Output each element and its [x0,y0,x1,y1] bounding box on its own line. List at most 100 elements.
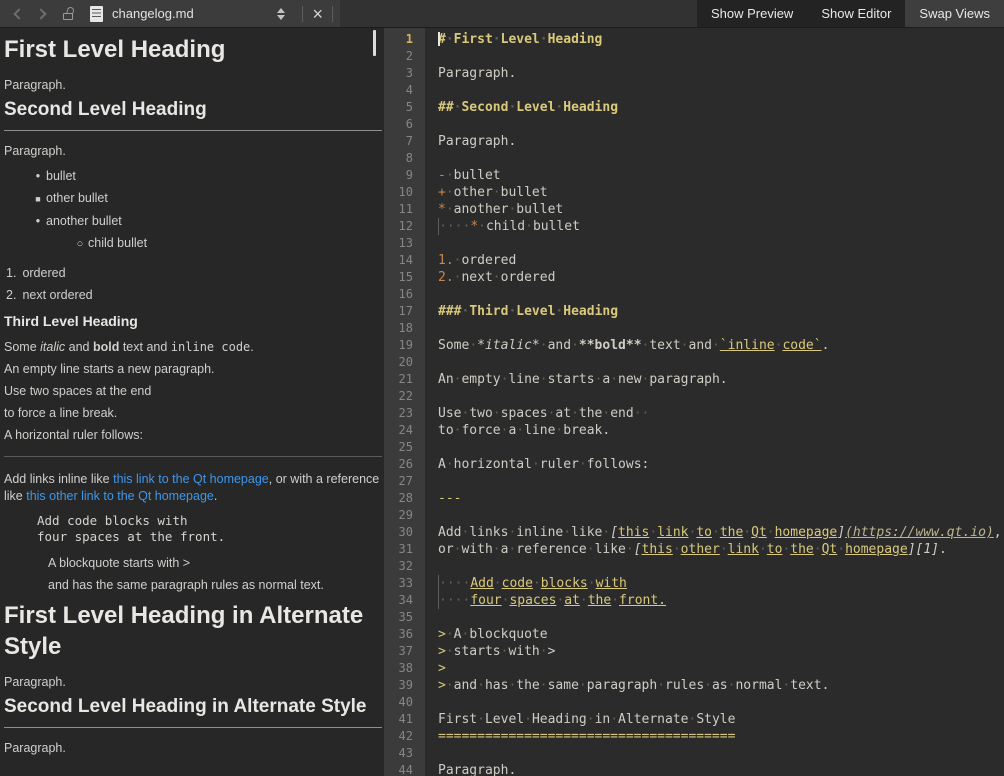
back-button[interactable] [8,10,30,18]
editor-line[interactable] [438,116,1004,133]
blockquote: A blockquote starts with > and has the s… [48,555,382,594]
line-number: 30 [384,524,413,541]
editor-line[interactable]: ====================================== [438,728,1004,745]
split-view: First Level Heading Paragraph. Second Le… [0,28,1004,776]
preview-h2-alt: Second Level Heading in Alternate Style [4,696,382,728]
editor-line[interactable]: First·Level·Heading·in·Alternate·Style [438,711,1004,728]
forward-button[interactable] [30,10,52,18]
show-editor-button[interactable]: Show Editor [807,0,905,27]
preview-pane[interactable]: First Level Heading Paragraph. Second Le… [0,28,384,776]
line-number: 26 [384,456,413,473]
toolbar-separator [302,6,303,22]
editor-line[interactable]: > [438,660,1004,677]
editor-line[interactable] [438,745,1004,762]
show-preview-button[interactable]: Show Preview [697,0,807,27]
editor-line[interactable]: ##·Second·Level·Heading [438,99,1004,116]
editor-line[interactable]: ····four·spaces·at·the·front. [438,592,1004,609]
editor-line[interactable] [438,82,1004,99]
list-item: •bullet [4,165,382,187]
horizontal-rule [4,456,382,457]
line-number: 34 [384,592,413,609]
editor-gutter: 1234567891011121314151617181920212223242… [384,28,425,776]
editor-line[interactable]: 1.·ordered [438,252,1004,269]
file-tab[interactable]: changelog.md × [0,0,340,27]
code-block: Add code blocks with four spaces at the … [37,513,382,545]
preview-scrollbar-thumb[interactable] [373,30,376,56]
line-number: 27 [384,473,413,490]
editor-code[interactable]: #·First·Level·Heading Paragraph. ##·Seco… [425,28,1004,776]
editor-line[interactable]: *·another·bullet [438,201,1004,218]
document-selector-dropdown[interactable] [277,8,285,20]
editor-line[interactable] [438,558,1004,575]
editor-line[interactable] [438,507,1004,524]
line-number: 28 [384,490,413,507]
editor-line[interactable]: to·force·a·line·break. [438,422,1004,439]
editor-line[interactable]: >·A·blockquote [438,626,1004,643]
editor-line[interactable]: or·with·a·reference·like·[this·other·lin… [438,541,1004,558]
editor-line[interactable]: Paragraph. [438,133,1004,150]
editor-line[interactable]: #·First·Level·Heading [438,31,1004,48]
editor-pane[interactable]: 1234567891011121314151617181920212223242… [384,28,1004,776]
editor-line[interactable]: +·other·bullet [438,184,1004,201]
editor-line[interactable] [438,286,1004,303]
line-number: 1 [384,31,413,48]
ordinal-label: 1. [6,262,16,284]
line-number: 31 [384,541,413,558]
line-number: 39 [384,677,413,694]
editor-line[interactable] [438,320,1004,337]
preview-paragraph: to force a line break. [4,405,382,422]
editor-line[interactable]: >·and·has·the·same·paragraph·rules·as·no… [438,677,1004,694]
editor-line[interactable]: >·starts·with·> [438,643,1004,660]
ordered-list: 1.ordered 2.next ordered [4,262,382,306]
preview-paragraph: A horizontal ruler follows: [4,427,382,444]
editor-line[interactable]: Some·*italic*·and·**bold**·text·and·`inl… [438,337,1004,354]
swap-views-button[interactable]: Swap Views [905,0,1004,27]
editor-line[interactable]: --- [438,490,1004,507]
square-bullet-icon: ■ [32,188,44,210]
editor-line[interactable]: A·horizontal·ruler·follows: [438,456,1004,473]
qt-homepage-reference-link[interactable]: this other link to the Qt homepage [26,489,214,503]
view-buttons: Show Preview Show Editor Swap Views [697,0,1004,27]
editor-line[interactable]: Paragraph. [438,762,1004,776]
editor-line[interactable]: -·bullet [438,167,1004,184]
line-number: 22 [384,388,413,405]
list-item: ■other bullet [4,187,382,210]
preview-h3: Third Level Heading [4,313,382,329]
editor-line[interactable]: ····Add·code·blocks·with [438,575,1004,592]
links-paragraph: Add links inline like this link to the Q… [4,471,382,505]
editor-line[interactable] [438,150,1004,167]
chevron-left-icon [13,8,24,19]
editor-line[interactable]: Add·links·inline·like·[this·link·to·the·… [438,524,1004,541]
line-number: 43 [384,745,413,762]
line-number: 40 [384,694,413,711]
editor-line[interactable] [438,473,1004,490]
editor-line[interactable]: Paragraph. [438,65,1004,82]
line-number: 24 [384,422,413,439]
line-number: 23 [384,405,413,422]
close-tab-button[interactable]: × [310,6,325,22]
editor-line[interactable] [438,609,1004,626]
editor-line[interactable] [438,694,1004,711]
line-number: 3 [384,65,413,82]
line-number: 35 [384,609,413,626]
editor-line[interactable]: Use·two·spaces·at·the·end·· [438,405,1004,422]
unlock-icon[interactable] [62,7,74,21]
editor-line[interactable] [438,235,1004,252]
editor-line[interactable]: 2.·next·ordered [438,269,1004,286]
line-number: 32 [384,558,413,575]
line-number: 37 [384,643,413,660]
editor-line[interactable]: ###·Third·Level·Heading [438,303,1004,320]
preview-paragraph: Paragraph. [4,143,382,160]
editor-line[interactable]: An·empty·line·starts·a·new·paragraph. [438,371,1004,388]
qt-homepage-link[interactable]: this link to the Qt homepage [113,472,269,486]
line-number: 33 [384,575,413,592]
editor-line[interactable] [438,388,1004,405]
line-number: 8 [384,150,413,167]
editor-line[interactable] [438,48,1004,65]
editor-line[interactable]: ····*·child·bullet [438,218,1004,235]
line-number: 20 [384,354,413,371]
editor-line[interactable] [438,439,1004,456]
editor-line[interactable] [438,354,1004,371]
preview-paragraph: Paragraph. [4,77,382,94]
line-number: 14 [384,252,413,269]
